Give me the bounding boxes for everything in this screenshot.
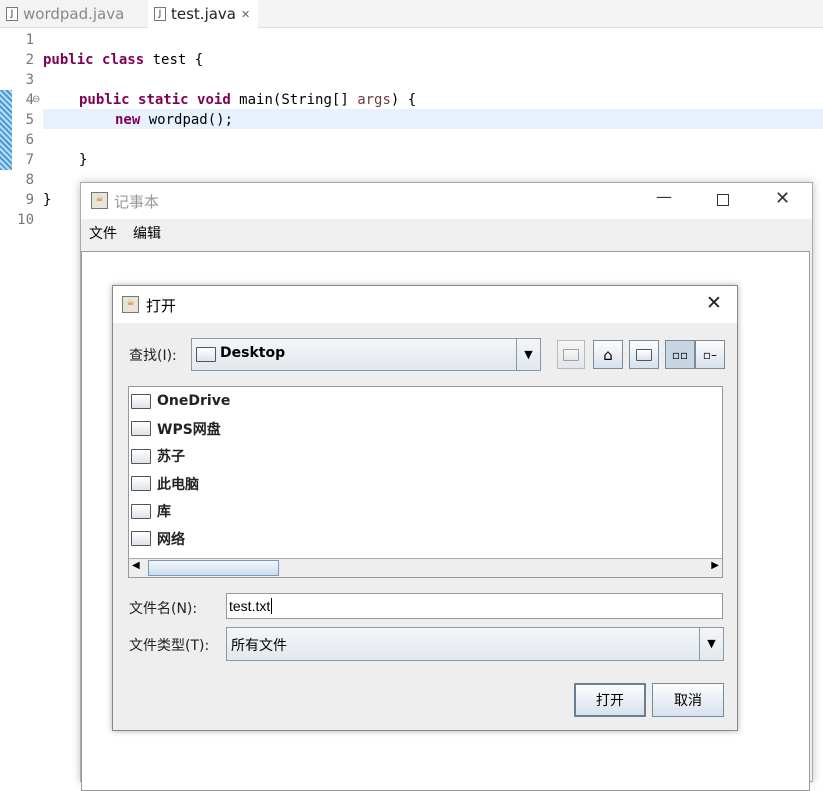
list-view-button[interactable]: ▫▫ (665, 340, 695, 369)
file-list: OneDriveWPS网盘苏子此电脑库网络 电脑管家 .lnkAdobe Cre… (128, 386, 723, 578)
folder-icon (131, 393, 151, 409)
java-app-icon: ☕ (122, 296, 139, 313)
close-button[interactable]: ✕ (775, 188, 790, 209)
filename-label: 文件名(N): (129, 601, 198, 617)
notepad-title-bar: ☕ 记事本 — ✕ (81, 183, 812, 219)
tab-wordpad-java[interactable]: Jwordpad.java (0, 0, 130, 28)
line-number: 1 (25, 32, 34, 48)
chevron-down-icon[interactable]: ▼ (699, 628, 723, 660)
code-line-4: public static void main(String[] args) { (79, 92, 417, 108)
notepad-title: 记事本 (114, 193, 160, 211)
chevron-down-icon[interactable]: ▼ (516, 339, 540, 370)
line-number: 8 (25, 172, 34, 188)
file-list-item[interactable]: 库 (131, 499, 171, 523)
folder-icon (131, 531, 151, 546)
line-number: 4 (25, 92, 34, 108)
fold-icon[interactable]: ⊖ (32, 90, 40, 110)
folder-icon (131, 448, 151, 464)
line-number: 5 (25, 112, 34, 128)
file-list-item[interactable]: 苏子 (131, 444, 185, 468)
line-number: 10 (17, 212, 34, 228)
look-in-combo[interactable]: Desktop ▼ (191, 338, 541, 371)
details-view-button[interactable]: ▫– (695, 340, 725, 369)
filetype-combo[interactable]: 所有文件 ▼ (226, 627, 724, 661)
dialog-title: 打开 (146, 297, 177, 315)
scroll-left-icon[interactable]: ◀ (132, 560, 140, 571)
tab-test-java[interactable]: Jtest.java ✕ (148, 0, 258, 28)
code-line-7: } (79, 152, 88, 168)
file-list-item[interactable]: 网络 (131, 527, 185, 551)
line-number: 9 (25, 192, 34, 208)
details-view-icon: ▫– (702, 347, 718, 362)
new-folder-icon (636, 348, 652, 361)
dialog-close-button[interactable]: ✕ (706, 292, 722, 314)
java-file-icon: J (154, 7, 166, 21)
line-number: 2 (25, 52, 34, 68)
filename-input[interactable]: test.txt (226, 593, 723, 619)
code-line-2: public class test { (43, 52, 204, 68)
open-file-dialog: ☕ 打开 ✕ 查找(I): Desktop ▼ ⌂ ▫▫ ▫– OneDrive… (112, 285, 738, 731)
editor-tab-bar: Jwordpad.java Jtest.java ✕ (0, 0, 823, 28)
file-list-item[interactable]: OneDrive (131, 389, 230, 413)
menu-edit[interactable]: 编辑 (133, 223, 161, 243)
folder-icon (196, 347, 216, 362)
maximize-button[interactable] (717, 194, 729, 206)
folder-icon (131, 476, 151, 491)
close-icon[interactable]: ✕ (241, 8, 250, 21)
new-folder-button[interactable] (629, 340, 659, 369)
file-list-item[interactable]: 此电脑 (131, 472, 199, 496)
line-number: 7 (25, 152, 34, 168)
notepad-menu-bar: 文件 编辑 (89, 223, 161, 243)
java-app-icon: ☕ (91, 192, 108, 209)
scrollbar-thumb[interactable] (148, 560, 279, 576)
horizontal-scrollbar[interactable]: ◀ ▶ (129, 558, 722, 577)
code-line-5: new wordpad(); (115, 112, 234, 128)
dialog-title-bar: ☕ 打开 ✕ (113, 286, 737, 323)
line-number: 6 (25, 132, 34, 148)
minimize-button[interactable]: — (656, 187, 672, 206)
menu-file[interactable]: 文件 (89, 223, 117, 243)
java-file-icon: J (6, 7, 18, 21)
up-folder-button[interactable] (557, 340, 585, 369)
home-icon: ⌂ (603, 345, 613, 364)
home-button[interactable]: ⌂ (593, 340, 623, 369)
file-list-item[interactable]: WPS网盘 (131, 417, 221, 441)
open-button[interactable]: 打开 (574, 683, 646, 717)
cancel-button[interactable]: 取消 (652, 683, 724, 717)
folder-icon (131, 503, 151, 519)
code-line-9: } (43, 192, 52, 208)
scroll-right-icon[interactable]: ▶ (711, 560, 719, 571)
line-number: 3 (25, 72, 34, 88)
look-in-label: 查找(I): (129, 348, 177, 364)
folder-icon (131, 421, 151, 436)
list-view-icon: ▫▫ (671, 347, 689, 362)
up-folder-icon (563, 348, 579, 361)
filetype-label: 文件类型(T): (129, 638, 210, 654)
